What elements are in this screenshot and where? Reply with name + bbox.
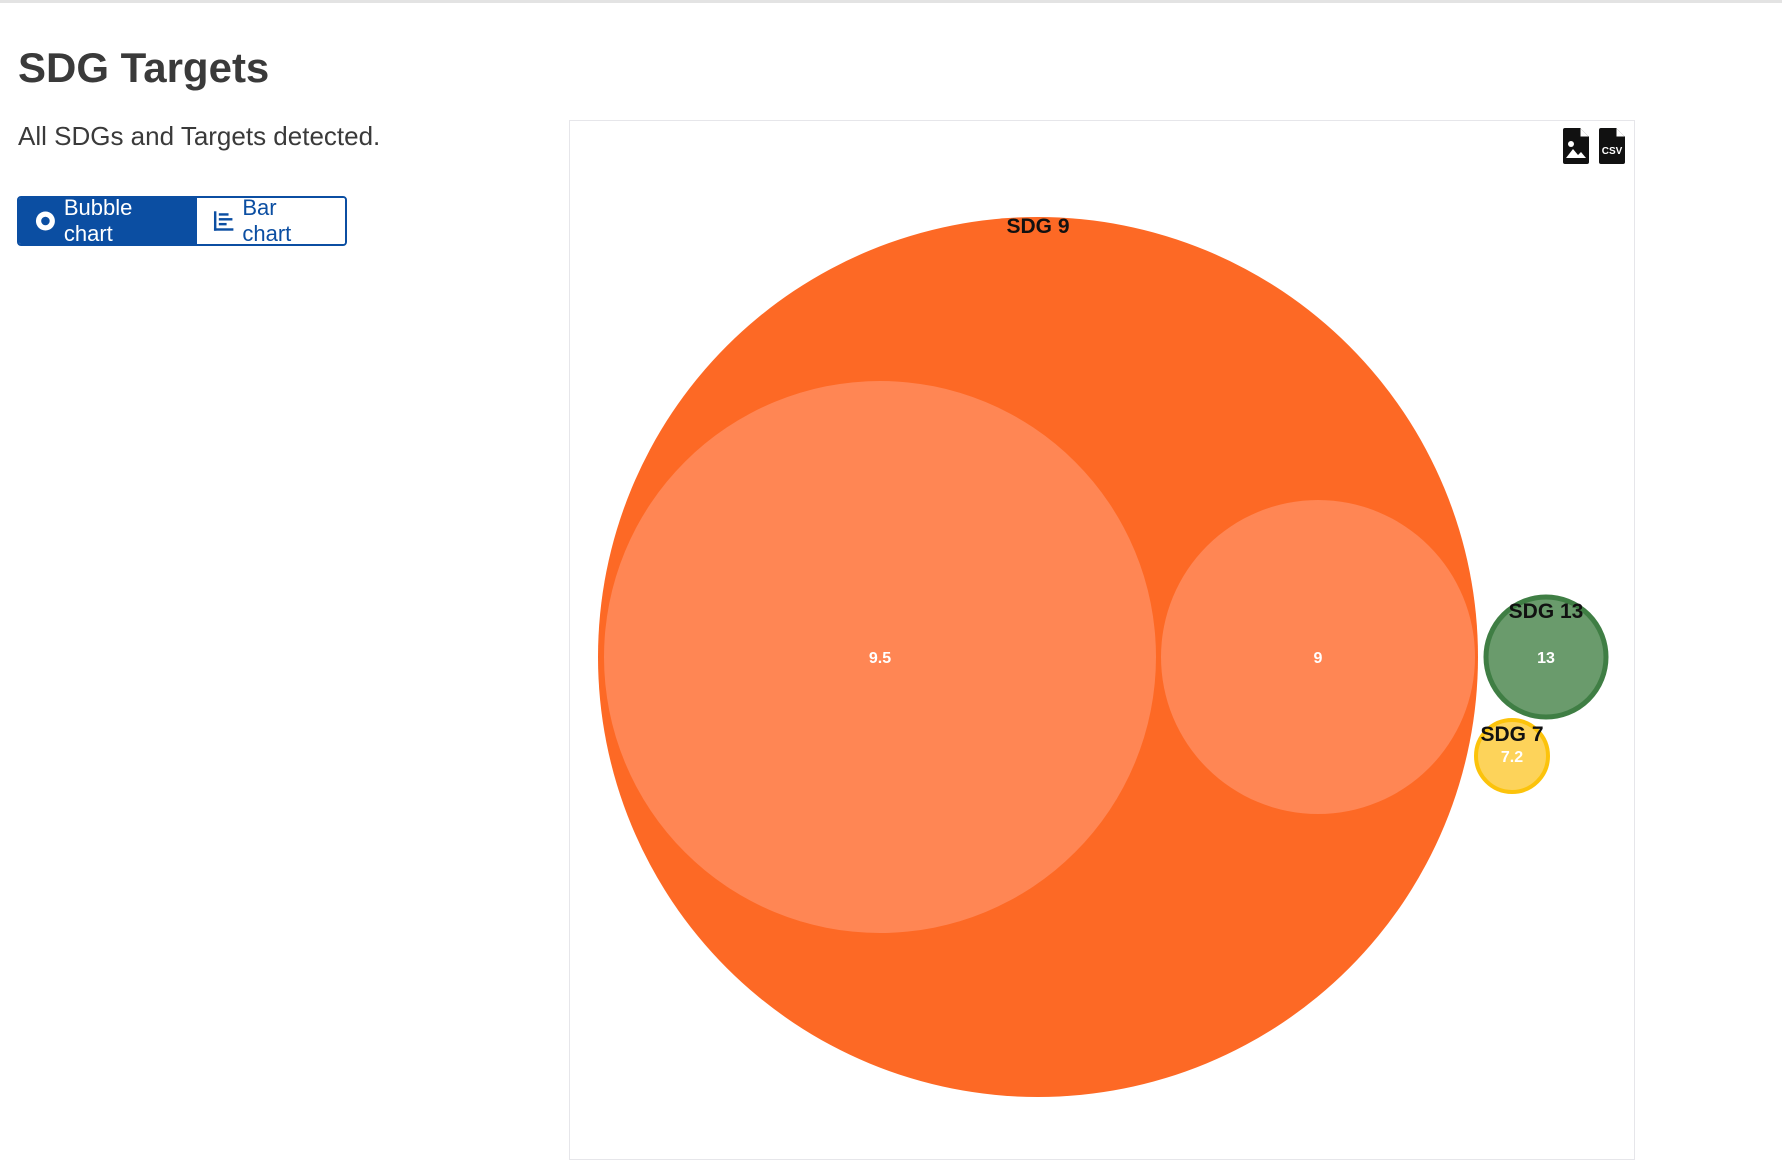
bar-chart-button[interactable]: Bar chart [197,198,345,244]
bar-chart-icon [213,211,234,231]
chart-view-toggle: Bubble chart Bar chart [17,196,347,246]
bar-chart-label: Bar chart [242,196,292,246]
target-label-9: 9 [1314,650,1323,667]
target-label-9-5: 9.5 [869,650,891,667]
bubble-chart-icon [35,211,55,231]
group-label-sdg-9: SDG 9 [1006,215,1069,238]
bubble-chart-button[interactable]: Bubble chart [19,198,197,244]
group-label-sdg-7: SDG 7 [1480,723,1543,746]
target-label-7-2: 7.2 [1501,749,1523,766]
target-label-13: 13 [1537,650,1555,667]
bubble-chart-label: Bubble chart [63,196,133,246]
bubble-chart: 9.5 9 SDG 9 13 SDG 13 7.2 SDG 7 [598,215,1609,1097]
chart-panel: CSV 9.5 9 SDG 9 13 SDG 13 7.2 SDG 7 [569,120,1635,1160]
group-label-sdg-13: SDG 13 [1509,600,1584,623]
page-title: SDG Targets [18,44,270,91]
top-divider [0,0,1782,3]
page-description: All SDGs and Targets detected. [18,121,381,151]
